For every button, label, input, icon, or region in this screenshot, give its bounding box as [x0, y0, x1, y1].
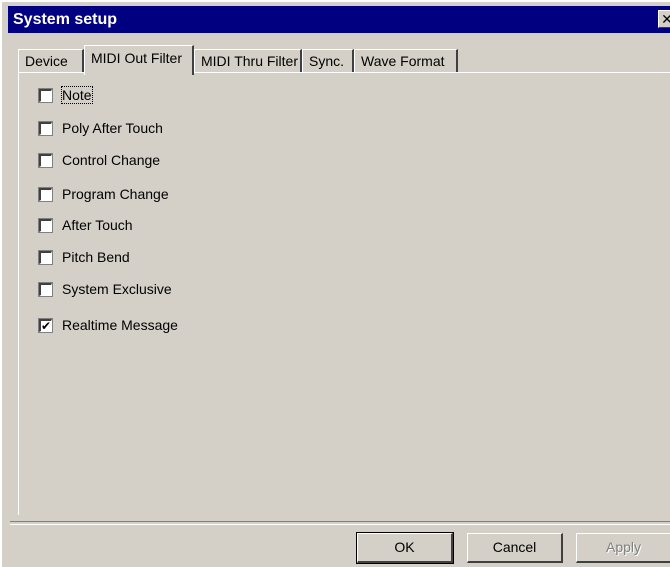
realtime-message-checkbox[interactable]: ✔ [38, 317, 53, 333]
filter-poly-after-touch-option[interactable]: Poly After Touch [38, 118, 163, 138]
system-setup-dialog: System setup ✕ Device MIDI Out Filter MI… [0, 0, 670, 567]
filter-note-option[interactable]: Note [38, 85, 93, 105]
window-title: System setup [13, 11, 118, 28]
footer-divider [10, 521, 670, 525]
control-change-label: Control Change [62, 152, 161, 168]
system-exclusive-checkbox[interactable] [38, 281, 53, 297]
poly-after-touch-checkbox[interactable] [38, 120, 53, 136]
tab-device[interactable]: Device [18, 49, 84, 73]
realtime-message-label: Realtime Message [62, 317, 178, 333]
tab-sync[interactable]: Sync. [302, 49, 354, 73]
tab-midi-thru-filter[interactable]: MIDI Thru Filter [194, 49, 302, 73]
apply-button[interactable]: Apply [576, 533, 670, 563]
after-touch-checkbox[interactable] [38, 217, 53, 233]
control-change-checkbox[interactable] [38, 152, 53, 168]
after-touch-label: After Touch [62, 217, 133, 233]
filter-system-exclusive-option[interactable]: System Exclusive [38, 279, 172, 299]
cancel-button[interactable]: Cancel [467, 533, 563, 563]
program-change-label: Program Change [62, 186, 169, 202]
tab-wave-format[interactable]: Wave Format [354, 49, 458, 73]
note-checkbox[interactable] [38, 87, 53, 103]
filter-pitch-bend-option[interactable]: Pitch Bend [38, 247, 130, 267]
close-icon[interactable]: ✕ [658, 10, 670, 28]
program-change-checkbox[interactable] [38, 186, 53, 202]
system-exclusive-label: System Exclusive [62, 281, 172, 297]
poly-after-touch-label: Poly After Touch [62, 120, 163, 136]
midi-out-filter-panel: Note Poly After Touch Control Change Pro… [18, 72, 670, 515]
filter-program-change-option[interactable]: Program Change [38, 184, 169, 204]
pitch-bend-checkbox[interactable] [38, 249, 53, 265]
pitch-bend-label: Pitch Bend [62, 249, 130, 265]
title-bar[interactable]: System setup ✕ [8, 6, 670, 33]
note-label: Note [61, 86, 93, 104]
filter-after-touch-option[interactable]: After Touch [38, 215, 133, 235]
tab-midi-out-filter[interactable]: MIDI Out Filter [84, 45, 194, 75]
filter-control-change-option[interactable]: Control Change [38, 150, 161, 170]
filter-realtime-message-option[interactable]: ✔ Realtime Message [38, 315, 178, 335]
ok-button[interactable]: OK [356, 532, 454, 564]
